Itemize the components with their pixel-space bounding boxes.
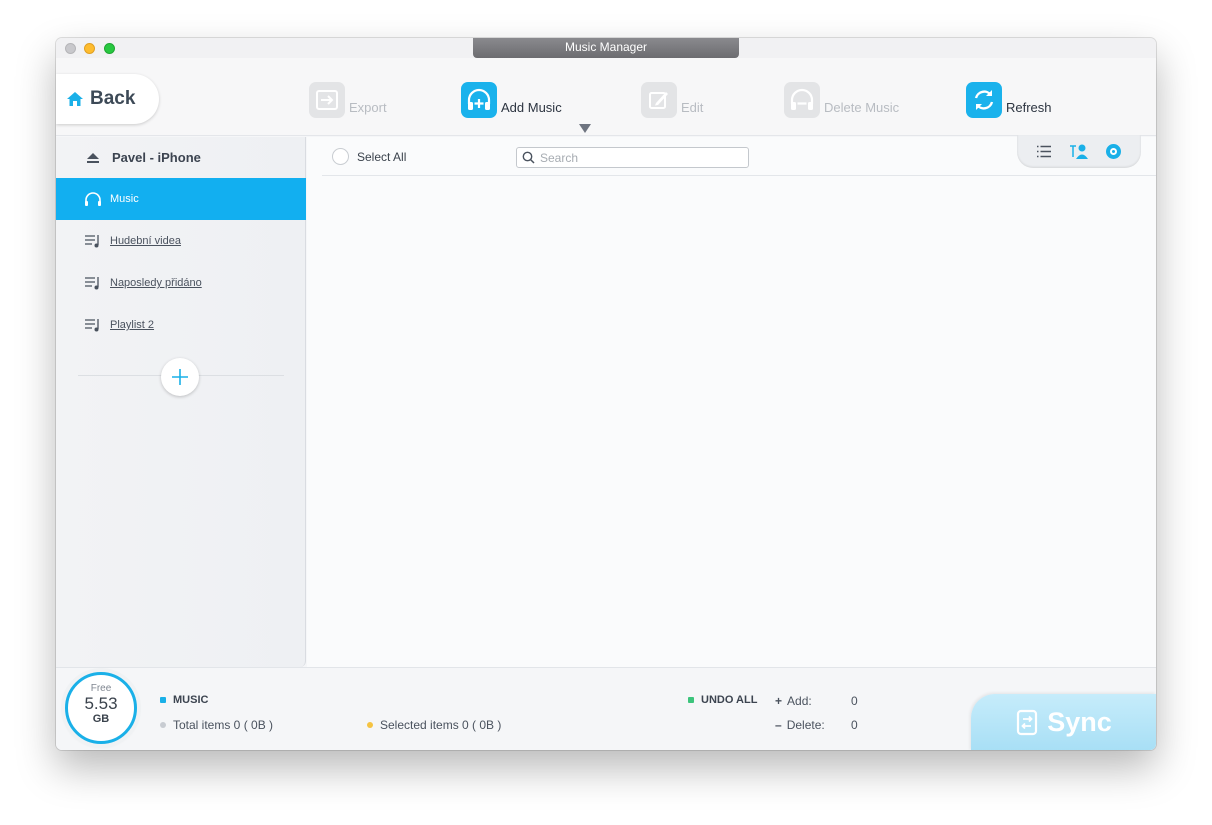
artist-view-icon (1069, 144, 1088, 159)
sidebar-item-hudebni-videa[interactable]: Hudební videa (56, 220, 306, 262)
undo-all-label: UNDO ALL (701, 694, 758, 706)
sync-button[interactable]: Sync (971, 694, 1156, 750)
device-header[interactable]: Pavel - iPhone (56, 137, 306, 178)
edit-label: Edit (681, 99, 704, 115)
sidebar-item-playlist-2[interactable]: Playlist 2 (56, 304, 306, 346)
sidebar-item-label: Naposledy přidáno (110, 277, 202, 289)
music-dot (160, 697, 166, 703)
refresh-button[interactable]: Refresh (966, 82, 1052, 118)
export-icon (309, 82, 345, 118)
total-dot (160, 722, 166, 728)
sidebar-item-music[interactable]: Music (56, 178, 306, 220)
add-music-icon (461, 82, 497, 118)
plus-icon (172, 369, 188, 385)
list-view-icon (1037, 145, 1052, 158)
list-header: Select All (322, 135, 1156, 176)
title-bar: Music Manager (56, 38, 1156, 58)
main-content: Select All (307, 135, 1156, 667)
section-indicator: MUSIC (160, 694, 208, 706)
delete-music-icon (784, 82, 820, 118)
sidebar-item-label: Music (110, 193, 139, 205)
minus-sign-icon: – (775, 718, 782, 732)
sidebar-item-label: Hudební videa (110, 235, 181, 247)
selected-dot (367, 722, 373, 728)
add-label: Add: (787, 694, 812, 708)
selected-items-label: Selected items 0 ( 0B ) (380, 718, 502, 732)
edit-button[interactable]: Edit (641, 82, 703, 118)
artist-view-button[interactable] (1063, 139, 1095, 165)
playlist-icon (85, 319, 99, 332)
section-label: MUSIC (173, 694, 209, 706)
search-input[interactable] (540, 150, 740, 165)
headphones-icon (85, 192, 101, 206)
delete-label: Delete: (786, 718, 825, 732)
free-space-gauge: Free 5.53 GB (65, 672, 137, 744)
album-view-icon (1106, 144, 1122, 159)
search-field[interactable] (516, 147, 749, 168)
free-unit: GB (92, 713, 110, 725)
sync-label: Sync (1047, 707, 1112, 737)
sidebar-item-naposledy-pridano[interactable]: Naposledy přidáno (56, 262, 306, 304)
album-view-button[interactable] (1098, 139, 1130, 165)
delete-count-label: – Delete: (775, 718, 825, 732)
playlist-icon (85, 235, 99, 248)
checkbox[interactable] (332, 148, 349, 165)
add-count-label: + Add: (775, 694, 812, 708)
select-all-checkbox[interactable]: Select All (332, 148, 406, 165)
select-all-label: Select All (357, 149, 407, 164)
maximize-window-button[interactable] (104, 43, 115, 54)
toolbar: Back Export Add Music Edit Delete Music … (56, 58, 1156, 136)
edit-icon (641, 82, 677, 118)
list-view-button[interactable] (1028, 139, 1060, 165)
music-manager-window: Music Manager Back Export Add Music Edit… (56, 38, 1156, 750)
device-name: Pavel - iPhone (112, 150, 201, 165)
free-value: 5.53 (84, 694, 118, 713)
free-label: Free (90, 683, 112, 694)
delete-music-label: Delete Music (824, 99, 900, 115)
sync-icon (1017, 709, 1038, 736)
refresh-label: Refresh (1006, 99, 1052, 115)
delete-count-value: 0 (851, 718, 858, 732)
total-items: Total items 0 ( 0B ) (160, 718, 273, 732)
undo-dot (688, 697, 694, 703)
home-icon (67, 92, 83, 106)
add-playlist-button[interactable] (161, 358, 199, 396)
sidebar: Pavel - iPhone Music Hudební videa Napos… (56, 137, 306, 667)
minimize-window-button[interactable] (84, 43, 95, 54)
add-music-button[interactable]: Add Music (461, 82, 562, 118)
add-count-value: 0 (851, 694, 858, 708)
add-music-label: Add Music (501, 99, 562, 115)
selected-items: Selected items 0 ( 0B ) (367, 718, 501, 732)
export-label: Export (349, 99, 387, 115)
back-label: Back (90, 88, 136, 109)
delete-music-button[interactable]: Delete Music (784, 82, 899, 118)
status-footer: Free 5.53 GB MUSIC Total items 0 ( 0B ) … (56, 667, 1156, 750)
window-title: Music Manager (473, 38, 739, 58)
search-icon (522, 151, 535, 164)
total-items-label: Total items 0 ( 0B ) (173, 718, 274, 732)
refresh-icon (966, 82, 1002, 118)
eject-icon[interactable] (86, 152, 100, 164)
undo-all-button[interactable]: UNDO ALL (688, 694, 757, 706)
back-button[interactable]: Back (56, 74, 159, 124)
sidebar-item-label: Playlist 2 (110, 319, 155, 331)
add-music-dropdown-caret[interactable] (579, 124, 591, 133)
close-window-button[interactable] (65, 43, 76, 54)
playlist-icon (85, 277, 99, 290)
view-switcher (1017, 135, 1141, 168)
plus-sign-icon: + (775, 694, 783, 708)
export-button[interactable]: Export (309, 82, 387, 118)
